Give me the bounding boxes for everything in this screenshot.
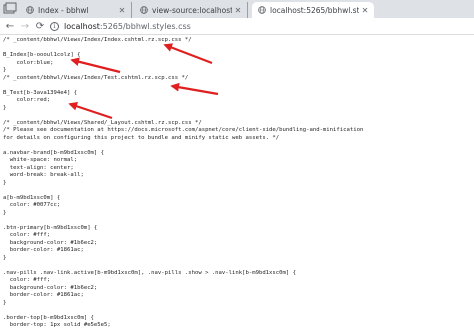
- tab-actions-icon[interactable]: [1, 2, 18, 16]
- css-line: .border-top[b-m9bd1xsc0m] {: [3, 314, 94, 321]
- tab-styles-css[interactable]: localhost:5265/bbhwl.styles.css ✕: [252, 2, 374, 18]
- css-line: color: #0077cc;: [3, 202, 61, 208]
- css-line: B_Index[b-oooul1colz] {: [3, 52, 81, 58]
- css-line: a.navbar-brand[b-m9bd1xsc0m] {: [3, 149, 105, 156]
- css-line: color: #fff;: [3, 277, 51, 283]
- close-icon[interactable]: ✕: [116, 6, 128, 15]
- css-line: [3, 45, 471, 53]
- reload-icon[interactable]: ⟳: [33, 19, 47, 33]
- close-icon[interactable]: ✕: [232, 6, 244, 15]
- css-line: [3, 262, 471, 270]
- css-line: background-color: #1b6ec2;: [3, 284, 98, 291]
- css-line: }: [3, 299, 7, 306]
- css-line: B_Test[b-3ava1394e4] {: [3, 89, 78, 96]
- css-line: text-align: center;: [3, 164, 74, 171]
- css-line: .btn-primary[b-m9bd1xsc0m] {: [3, 224, 98, 231]
- css-source-view: /* _content/bbhwl/Views/Index/Index.csht…: [3, 37, 471, 330]
- css-line: word-break: break-all;: [3, 172, 84, 178]
- globe-icon: [258, 6, 266, 14]
- tab-title: Index - bbhwl: [38, 5, 89, 15]
- css-line: /* _content/bbhwl/Views/Index/Index.csht…: [3, 37, 192, 43]
- close-icon[interactable]: ✕: [359, 6, 371, 15]
- css-line: }: [3, 67, 7, 73]
- tab-view-source[interactable]: view-source:localhost:5265 ✕: [134, 2, 248, 18]
- css-line: border-top: 1px solid #e5e5e5;: [3, 322, 111, 328]
- css-line: color:blue;: [3, 59, 54, 66]
- css-line: [3, 82, 471, 90]
- css-line: color:red;: [3, 97, 51, 103]
- css-line: for details on configuring this project …: [3, 134, 280, 141]
- url-path: :5265/bbhwl.styles.css: [99, 22, 191, 31]
- browser-toolbar: ← → ⟳ i localhost:5265/bbhwl.styles.css: [0, 18, 474, 35]
- tab-title: localhost:5265/bbhwl.styles.css: [270, 5, 359, 15]
- tab-strip: Index - bbhwl ✕ view-source:localhost:52…: [0, 0, 474, 18]
- css-line: [3, 217, 471, 225]
- css-line: a[b-m9bd1xsc0m] {: [3, 194, 61, 201]
- css-line: }: [3, 179, 7, 186]
- url-host: localhost: [64, 22, 100, 31]
- forward-arrow-icon[interactable]: →: [18, 19, 32, 33]
- globe-icon: [140, 6, 148, 14]
- css-line: .nav-pills .nav-link.active[b-m9bd1xsc0m…: [3, 269, 296, 276]
- css-line: border-color: #1861ac;: [3, 292, 84, 298]
- tab-title: view-source:localhost:5265: [152, 5, 232, 15]
- css-line: /* Please see documentation at https://d…: [3, 127, 364, 133]
- css-line: [3, 187, 471, 195]
- css-line: background-color: #1b6ec2;: [3, 239, 98, 246]
- css-line: [3, 307, 471, 315]
- css-line: white-space: normal;: [3, 157, 78, 163]
- tab-index[interactable]: Index - bbhwl ✕: [20, 2, 132, 18]
- css-line: }: [3, 104, 7, 111]
- address-bar[interactable]: i localhost:5265/bbhwl.styles.css: [50, 19, 470, 34]
- css-line: border-color: #1861ac;: [3, 247, 84, 253]
- css-line: [3, 112, 471, 120]
- css-line: /* _content/bbhwl/Views/Shared/_Layout.c…: [3, 119, 202, 126]
- css-line: }: [3, 254, 7, 261]
- css-line: }: [3, 209, 7, 216]
- globe-icon: [26, 6, 34, 14]
- info-icon[interactable]: i: [50, 22, 59, 31]
- css-line: color: #fff;: [3, 232, 51, 238]
- back-arrow-icon[interactable]: ←: [3, 19, 17, 33]
- css-line: /* _content/bbhwl/Views/Index/Test.cshtm…: [3, 74, 189, 81]
- css-line: [3, 142, 471, 150]
